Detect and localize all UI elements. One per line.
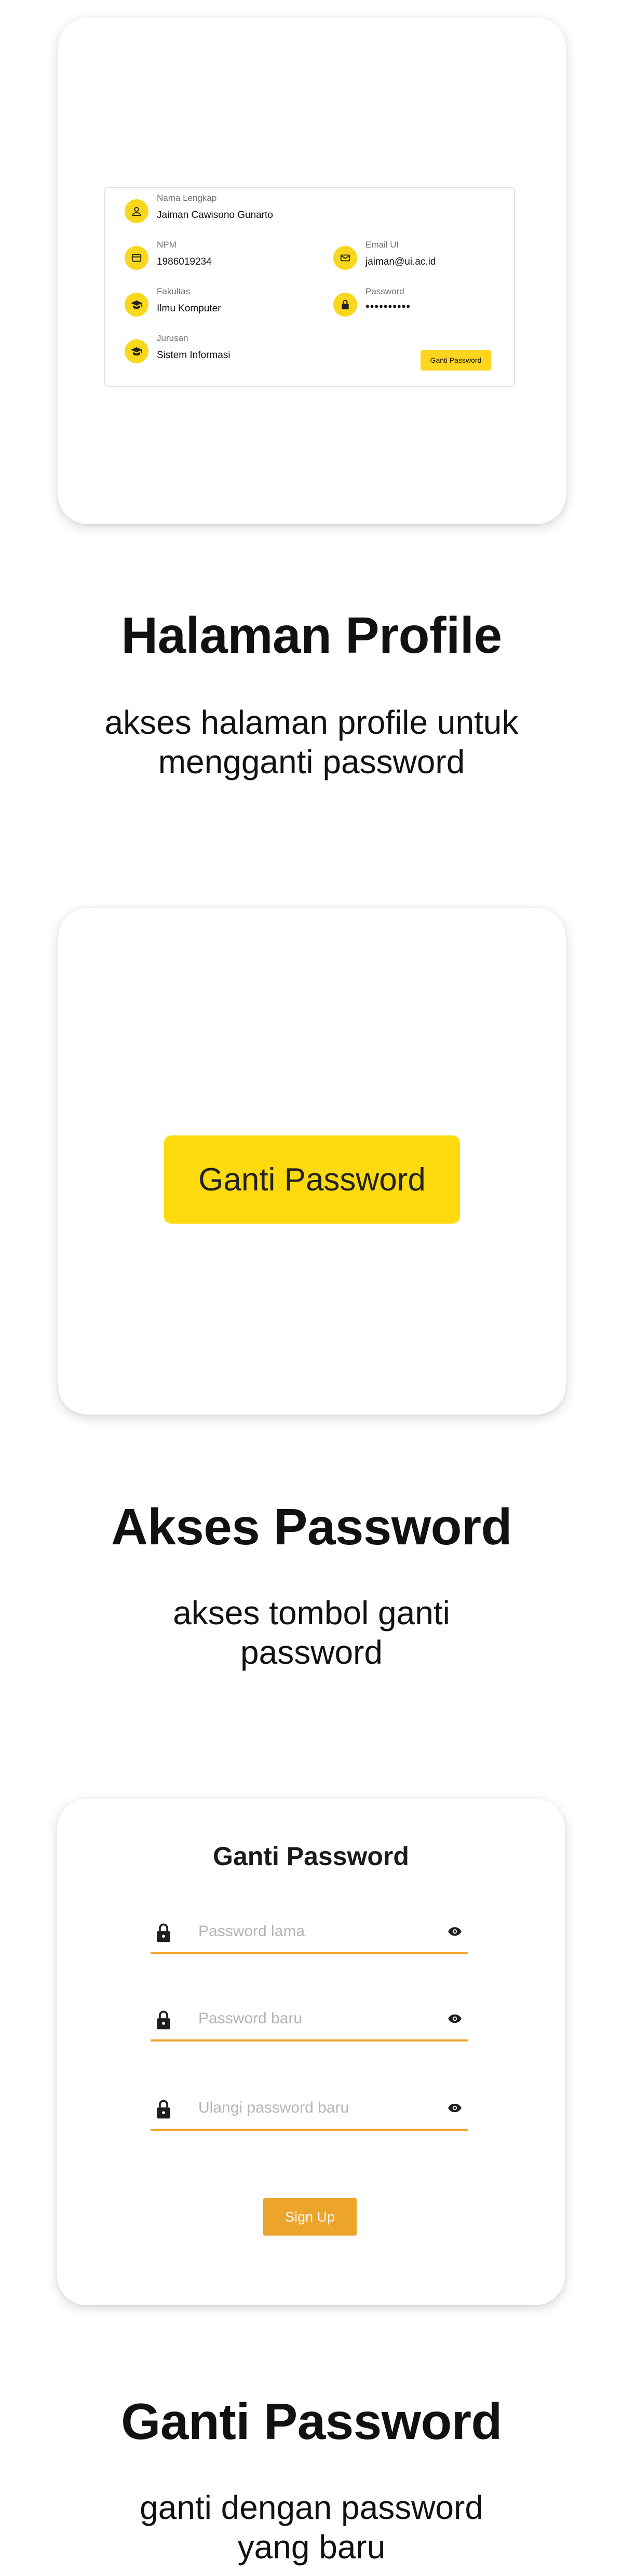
field-value: Ilmu Komputer [157,303,221,314]
lock-icon [155,2099,172,2122]
button-card: Ganti Password [58,908,566,1415]
lock-icon [155,2009,172,2033]
field-label: Password [365,286,404,296]
section-title: Akses Password [111,1498,512,1555]
field-label: Nama Lengkap [157,193,217,203]
id-card-icon [125,246,148,270]
field-value: 1986019234 [157,256,212,267]
confirm-password-input[interactable] [198,2097,422,2119]
field-value: Jaiman Cawisono Gunarto [157,210,273,221]
graduation-cap-icon [125,339,148,363]
field-label: Email UI [365,240,399,250]
section-caption: akses halaman profile untuk mengganti pa… [0,703,623,782]
caption-line: akses halaman profile untuk [104,704,519,741]
section-title: Halaman Profile [121,607,502,664]
form-title: Ganti Password [213,1842,409,1871]
caption-line: yang baru [237,2528,386,2566]
lock-icon [155,1922,172,1945]
sign-up-button[interactable]: Sign Up [263,2198,357,2236]
change-password-card: Ganti Password Sign Up [57,1799,565,2305]
new-password-input[interactable] [198,2007,422,2030]
caption-line: mengganti password [158,743,465,780]
email-icon [333,246,357,270]
old-password-field [151,1916,468,1954]
profile-card: Nama Lengkap Jaiman Cawisono Gunarto NPM… [58,18,566,524]
ganti-password-button[interactable]: Ganti Password [421,350,491,371]
profile-info-panel: Nama Lengkap Jaiman Cawisono Gunarto NPM… [104,187,515,387]
confirm-password-field [151,2092,468,2131]
caption-line: ganti dengan password [140,2489,483,2526]
old-password-input[interactable] [198,1920,422,1943]
field-label: Jurusan [157,333,188,343]
eye-icon[interactable] [448,2103,462,2116]
field-label: NPM [157,240,177,250]
lock-icon [333,293,357,317]
graduation-cap-icon [125,293,148,317]
user-icon [125,199,148,223]
field-label: Fakultas [157,286,191,296]
section-title: Ganti Password [121,2393,502,2450]
caption-line: password [240,1634,383,1671]
section-caption: ganti dengan password yang baru [0,2488,623,2567]
field-value: jaiman@ui.ac.id [365,256,436,267]
section-caption: akses tombol ganti password [0,1593,623,1672]
new-password-field [151,2003,468,2041]
field-value: •••••••••• [365,300,411,313]
caption-line: akses tombol ganti [173,1594,450,1632]
eye-icon[interactable] [448,2013,462,2026]
eye-icon[interactable] [448,1926,462,1939]
field-value: Sistem Informasi [157,350,231,361]
ganti-password-button-large[interactable]: Ganti Password [164,1135,460,1224]
